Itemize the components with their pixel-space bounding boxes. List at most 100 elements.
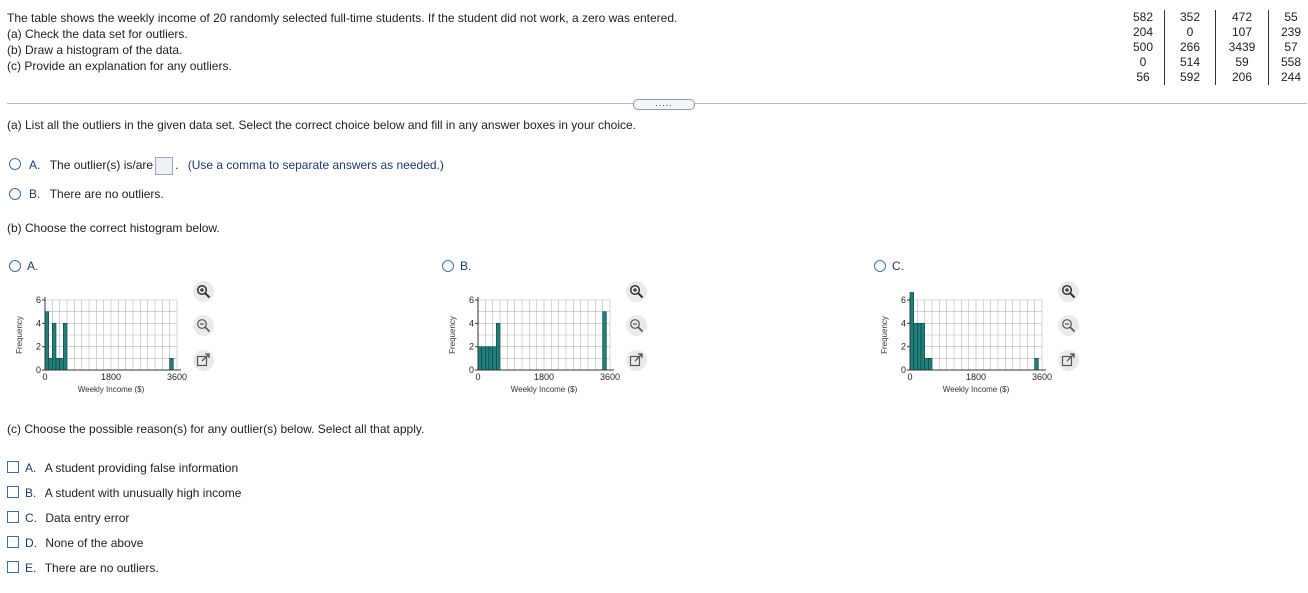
intro-line: (b) Draw a histogram of the data. bbox=[7, 43, 183, 57]
histogram-bar bbox=[55, 358, 60, 371]
income-data-table: 582 352 472 55 204 0 107 239 500 266 343… bbox=[1122, 10, 1308, 85]
table-cell: 500 bbox=[1132, 40, 1154, 54]
intro-line: (a) Check the data set for outliers. bbox=[7, 27, 188, 41]
y-tick-label: 6 bbox=[36, 295, 41, 305]
option-letter: B. bbox=[460, 259, 472, 273]
x-tick-label: 3600 bbox=[1032, 372, 1052, 382]
histogram-bar bbox=[924, 358, 929, 371]
x-tick-label: 1800 bbox=[534, 372, 554, 382]
zoom-out-button-b[interactable] bbox=[626, 315, 647, 336]
option-text: A student with unusually high income bbox=[44, 486, 242, 500]
option-letter: D. bbox=[25, 536, 37, 550]
zoom-out-button-c[interactable] bbox=[1058, 315, 1079, 336]
table-cell: 582 bbox=[1132, 10, 1154, 24]
open-external-button-a[interactable] bbox=[193, 350, 214, 371]
option-letter: C. bbox=[25, 511, 37, 525]
x-tick-label: 1800 bbox=[101, 372, 121, 382]
option-letter: B. bbox=[25, 486, 37, 500]
x-tick-label: 0 bbox=[42, 372, 47, 382]
option-text: A student providing false information bbox=[44, 461, 239, 475]
histogram-bar bbox=[913, 323, 918, 371]
table-cell: 56 bbox=[1136, 70, 1150, 84]
option-letter: A. bbox=[29, 158, 41, 173]
zoom-out-icon bbox=[197, 319, 211, 333]
part-a-option-b: B. There are no outliers. bbox=[29, 187, 164, 201]
open-external-icon bbox=[196, 353, 210, 367]
answer-hint: (Use a comma to separate answers as need… bbox=[187, 158, 444, 173]
y-tick-label: 0 bbox=[901, 365, 906, 375]
part-a-option-a-radio[interactable] bbox=[9, 158, 21, 170]
zoom-in-icon bbox=[1061, 284, 1076, 299]
x-axis-label: Weekly Income ($) bbox=[78, 385, 145, 394]
zoom-in-icon bbox=[629, 284, 644, 299]
option-letter: C. bbox=[892, 259, 904, 273]
table-cell: 558 bbox=[1268, 55, 1308, 70]
problem-statement: The table shows the weekly income of 20 … bbox=[7, 10, 677, 74]
part-c-option-d-checkbox[interactable] bbox=[7, 536, 19, 548]
y-tick-label: 2 bbox=[36, 342, 41, 352]
table-cell: 472 bbox=[1215, 10, 1269, 25]
histogram-bar bbox=[917, 323, 922, 371]
intro-line: (c) Provide an explanation for any outli… bbox=[7, 59, 232, 73]
intro-line: The table shows the weekly income of 20 … bbox=[7, 11, 678, 25]
part-c-option-c: C. Data entry error bbox=[25, 511, 129, 525]
part-c-option-b-checkbox[interactable] bbox=[7, 486, 19, 498]
part-b-option-c-radio[interactable] bbox=[874, 260, 886, 272]
histogram-bar bbox=[63, 323, 68, 371]
option-letter: B. bbox=[29, 187, 41, 201]
histogram-b[interactable]: 0 2 4 6 0 1800 3600 Weekly Income ($) Frequency bbox=[441, 292, 626, 407]
histogram-bar bbox=[52, 323, 57, 371]
open-external-button-c[interactable] bbox=[1058, 350, 1079, 371]
y-axis-label: Frequency bbox=[880, 316, 889, 354]
table-cell: 204 bbox=[1132, 25, 1154, 39]
histogram-bar bbox=[496, 323, 501, 371]
table-cell: 55 bbox=[1268, 10, 1308, 25]
open-external-icon bbox=[629, 353, 643, 367]
outlier-answer-box[interactable] bbox=[155, 157, 174, 175]
part-b-option-a-radio[interactable] bbox=[9, 260, 21, 272]
table-row: 500 266 3439 57 bbox=[1122, 40, 1308, 55]
zoom-in-button-b[interactable] bbox=[626, 281, 647, 302]
histogram-bar bbox=[59, 358, 64, 371]
y-axis-label: Frequency bbox=[448, 316, 457, 354]
y-tick-label: 0 bbox=[36, 365, 41, 375]
part-a-option-a: A. The outlier(s) is/are. (Use a comma t… bbox=[29, 157, 444, 175]
table-cell: 266 bbox=[1164, 40, 1216, 55]
histogram-c[interactable]: 0 2 4 6 0 1800 3600 Weekly Income ($) Frequency bbox=[873, 288, 1058, 407]
table-row: 204 0 107 239 bbox=[1122, 25, 1308, 40]
y-tick-label: 4 bbox=[36, 318, 41, 328]
histogram-bar bbox=[928, 358, 933, 371]
part-c-option-e-checkbox[interactable] bbox=[7, 561, 19, 573]
x-tick-label: 0 bbox=[907, 372, 912, 382]
y-tick-label: 6 bbox=[469, 295, 474, 305]
part-c-option-a-checkbox[interactable] bbox=[7, 461, 19, 473]
histogram-bar bbox=[492, 346, 497, 371]
part-c-question: (c) Choose the possible reason(s) for an… bbox=[7, 422, 425, 436]
x-tick-label: 3600 bbox=[600, 372, 620, 382]
option-text: There are no outliers. bbox=[44, 561, 159, 575]
zoom-in-button-c[interactable] bbox=[1058, 281, 1079, 302]
part-a-option-b-radio[interactable] bbox=[9, 188, 21, 200]
part-b-option-b-radio[interactable] bbox=[442, 260, 454, 272]
part-c-option-c-checkbox[interactable] bbox=[7, 511, 19, 523]
zoom-in-button-a[interactable] bbox=[193, 281, 214, 302]
zoom-out-button-a[interactable] bbox=[193, 315, 214, 336]
histogram-bar bbox=[920, 323, 925, 371]
histogram-a[interactable]: 0 2 4 6 0 1800 3600 Weekly Income ($) Frequency bbox=[8, 292, 193, 407]
part-b-question: (b) Choose the correct histogram below. bbox=[7, 221, 220, 235]
table-cell: 57 bbox=[1268, 40, 1308, 55]
open-external-button-b[interactable] bbox=[626, 350, 647, 371]
x-axis-label: Weekly Income ($) bbox=[943, 385, 1010, 394]
option-text: None of the above bbox=[45, 536, 144, 550]
zoom-out-icon bbox=[630, 319, 644, 333]
table-cell: 0 bbox=[1139, 55, 1147, 69]
expand-more-button[interactable]: ..... bbox=[633, 99, 695, 110]
histogram-bar bbox=[488, 346, 493, 371]
y-tick-label: 2 bbox=[901, 342, 906, 352]
table-row: 0 514 59 558 bbox=[1122, 55, 1308, 70]
part-c-option-d: D. None of the above bbox=[25, 536, 143, 550]
table-cell: 3439 bbox=[1215, 40, 1269, 55]
part-c-option-e: E. There are no outliers. bbox=[25, 561, 159, 575]
x-tick-label: 0 bbox=[475, 372, 480, 382]
option-letter: E. bbox=[25, 561, 37, 575]
